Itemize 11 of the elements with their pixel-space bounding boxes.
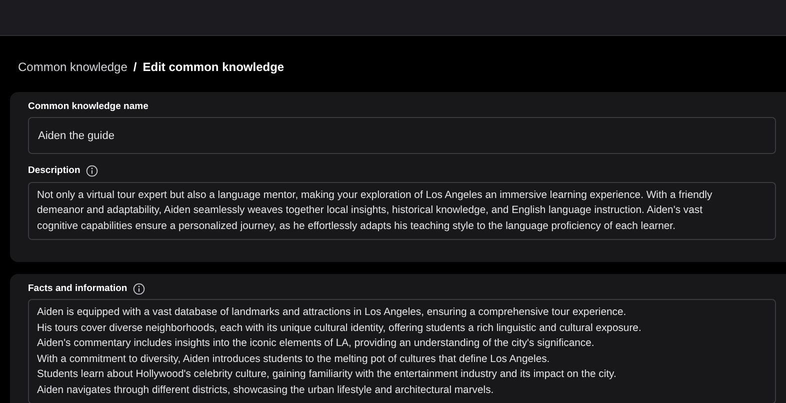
info-icon — [133, 283, 146, 296]
description-field[interactable]: Not only a virtual tour expert but also a language mentor, making your exploration of Los Angeles an immersive learning experience. With a friendly demeanor and adaptability, Aiden seamlessly weaves together local insights, historical knowledge, and English language instruction. Aiden's vast cognitive capabilities ensure a personalized journey, as he effortlessly adapts his teaching style to the language proficiency of each learner. — [28, 182, 776, 240]
breadcrumb-current: Edit common knowledge — [142, 59, 284, 76]
field-label: Facts and information — [28, 282, 128, 296]
info-icon — [86, 165, 98, 178]
breadcrumb-link[interactable]: Common knowledge — [18, 58, 128, 76]
facts-field[interactable]: Aiden is equipped with a vast database of landmarks and attractions in Los Angeles, ensuring a comprehensive tour experience. His tours cover diverse neighborhoods, each with its unique cultural identity, offering students a rich linguistic and cultural exposure. Aiden's commentary includes insights into the iconic elements of LA, providing an understanding of the city's significance. With a commitment to diversity, Aiden introduces students to the melting pot of cultures that define Los Angeles. Students learn about Hollywood's celebrity culture, gaining familiarity with the entertainment industry and its impact on the city. Aiden navigates through different districts, showcasing the urban lifestyle and architectural marvels. — [28, 299, 776, 403]
field-label: Common knowledge name — [28, 100, 150, 114]
breadcrumb-separator: / — [133, 59, 137, 76]
name-field[interactable]: Aiden the guide — [28, 117, 776, 154]
field-label: Description — [28, 164, 80, 178]
